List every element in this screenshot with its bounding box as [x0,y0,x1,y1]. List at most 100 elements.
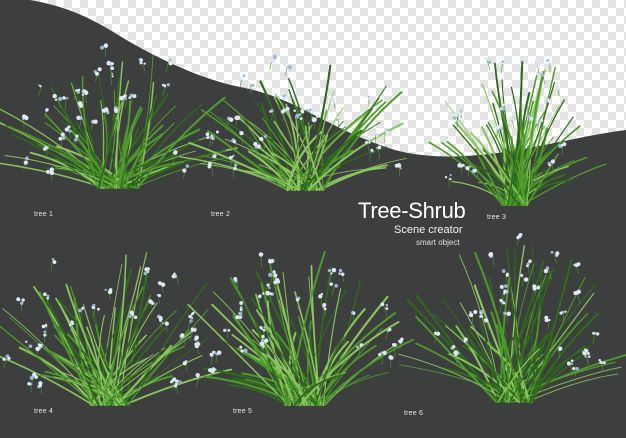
flower-blossom [262,345,265,348]
flower-blossom [368,96,373,101]
flower-blossom [140,58,143,62]
flower-blossom [109,288,113,292]
flower-blossom [498,62,502,66]
flower-blossom [598,358,601,362]
flower-blossom [62,96,66,100]
flower-blossom [121,95,124,99]
flower-blossom [592,331,596,335]
flower-blossom [41,324,46,329]
flower-blossom [75,134,79,138]
flower-blossom [273,280,277,285]
flower-blossom [555,85,560,90]
flower-blossom [25,156,29,161]
flower-blossom [499,107,503,111]
flower-blossom [483,318,487,322]
flower-blossom [7,356,11,361]
flower-blossom [68,129,72,133]
flower-blossom [265,291,270,295]
flower-blossom [584,355,587,358]
flower-blossom [555,82,559,86]
flower-blossom [173,150,178,155]
flower-blossom [336,116,339,120]
flower-blossom [128,96,132,100]
flower-blossom [602,361,606,365]
flower-blossom [463,337,468,342]
flower-blossom [250,83,255,88]
flower-blossom [238,77,243,81]
flower-blossom [158,315,163,321]
flower-blossom [367,137,372,141]
flower-blossom [169,58,172,62]
flower-blossom [131,312,135,316]
flower-blossom [268,286,271,290]
flower-blossom [58,136,63,141]
flower-blossom [66,97,69,100]
flower-blossom [46,294,50,298]
flower-blossom [586,352,590,355]
flower-blossom [64,127,69,132]
flower-blossom [506,311,512,317]
flower-blossom [385,303,389,307]
flower-blossom [276,279,281,284]
flower-blossom [352,312,356,315]
flower-blossom [287,65,292,70]
flower-blossom [180,333,185,338]
flower-blossom [371,131,374,135]
flower-blossom [69,323,72,327]
flower-blossom [473,168,477,173]
flower-blossom [504,284,508,288]
flower-blossom [555,253,559,257]
flower-blossom [511,117,515,121]
flower-blossom [185,164,189,168]
shrub-label-4: tree 4 [34,408,54,415]
flower-blossom [283,96,287,100]
flower-blossom [544,315,549,320]
flower-blossom [19,301,24,305]
flower-blossom [547,60,550,64]
flower-blossom [543,268,549,274]
flower-blossom [190,312,194,316]
flower-blossom [502,301,506,305]
flower-blossom [215,130,219,134]
flower-blossom [100,45,105,50]
flower-blossom [453,351,457,355]
flower-blossom [327,268,332,273]
flower-blossom [103,43,109,48]
flower-blossom [535,59,540,64]
flower-blossom [502,103,506,107]
flower-blossom [78,308,82,313]
flower-blossom [359,344,362,347]
flower-blossom [259,325,263,329]
flower-blossom [161,322,165,325]
flower-blossom [487,60,492,64]
flower-blossom [132,94,137,99]
flower-blossom [79,103,83,108]
flower-blossom [385,307,389,310]
flower-blossom [164,321,169,326]
flower-blossom [497,129,501,132]
flower-blossom [501,269,506,273]
flower-blossom [240,349,244,353]
flower-blossom [148,299,153,304]
flower-blossom [259,253,263,257]
flower-blossom [139,61,143,65]
shrub-label-5: tree 5 [233,408,253,415]
flower-blossom [266,283,270,287]
flower-blossom [377,145,382,150]
flower-blossom [123,94,127,98]
flower-blossom [43,333,47,337]
flower-blossom [77,88,81,92]
flower-blossom [128,314,132,319]
flower-blossom [391,343,395,346]
flower-blossom [523,277,529,282]
flower-blossom [143,62,146,65]
flower-blossom [25,340,28,343]
flower-blossom [190,328,195,332]
flower-blossom [272,270,276,274]
flower-blossom [246,81,250,84]
flower-blossom [540,70,543,74]
flower-blossom [39,85,42,88]
flower-blossom [364,140,369,144]
flower-blossom [571,362,574,366]
flower-blossom [110,72,114,76]
